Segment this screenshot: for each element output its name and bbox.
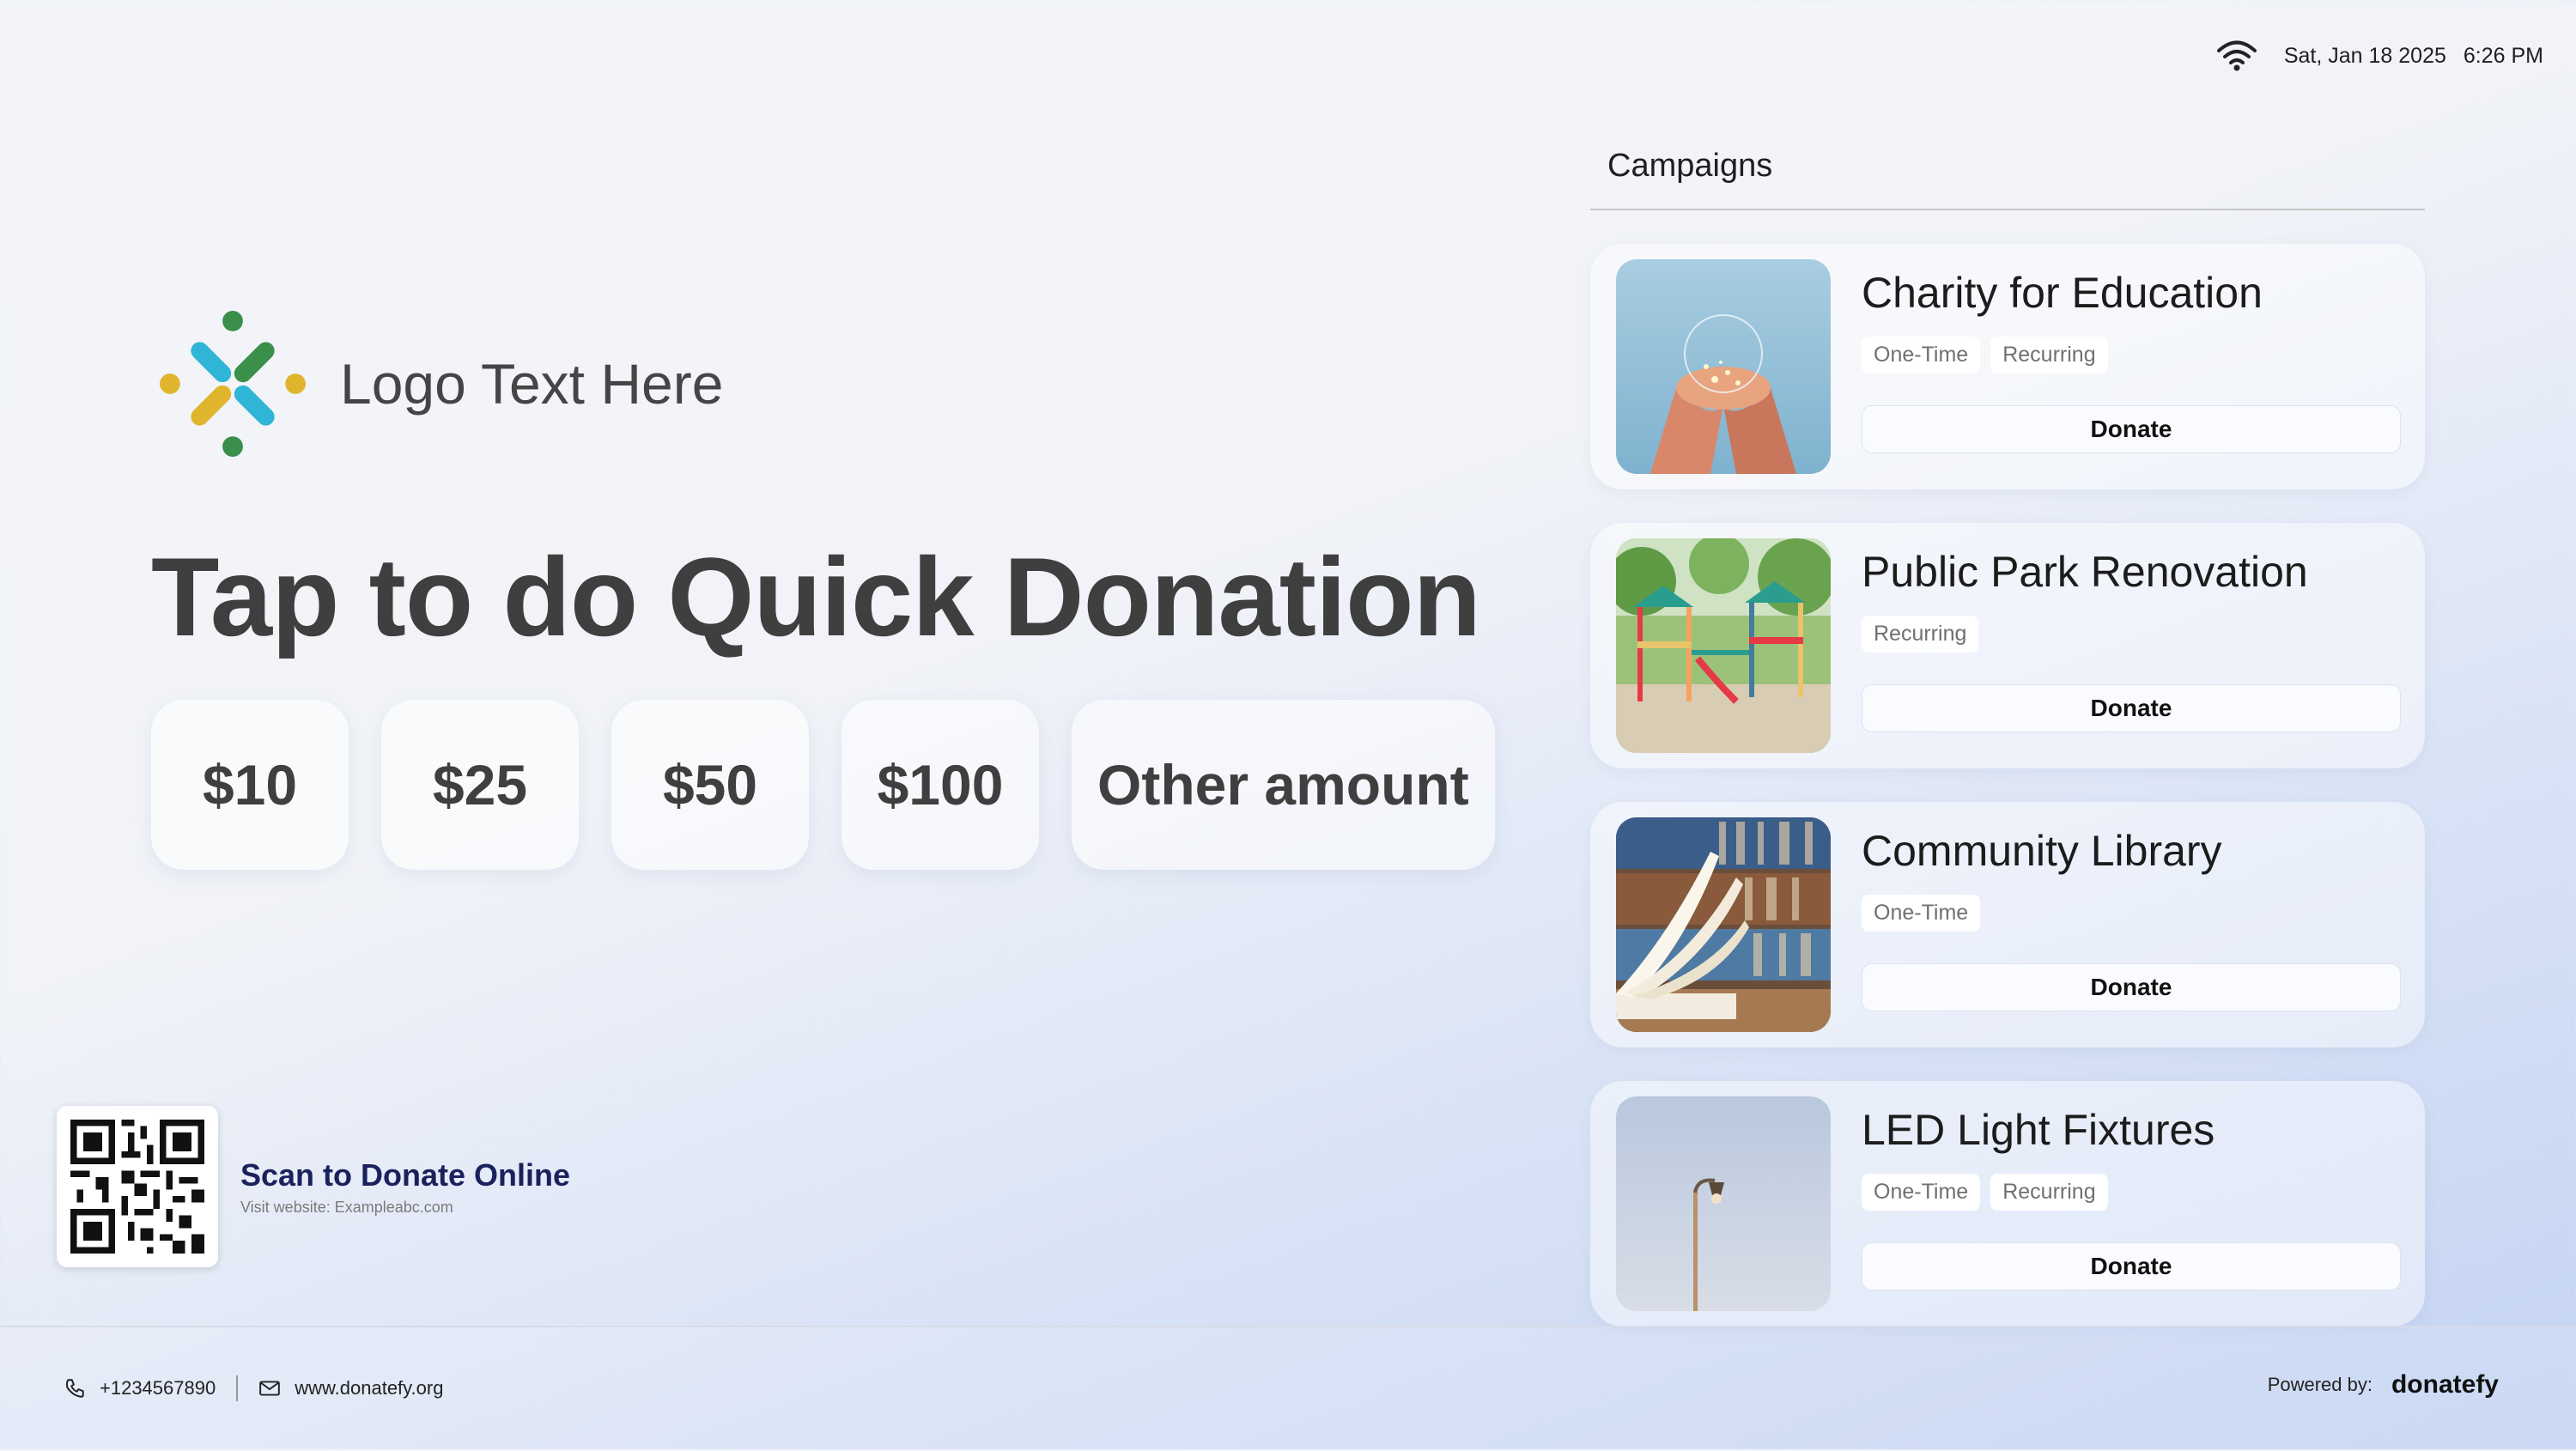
qr-section: Scan to Donate Online Visit website: Exa… [57,1106,570,1267]
donate-button[interactable]: Donate [1862,1242,2401,1290]
donate-button[interactable]: Donate [1862,405,2401,453]
qr-code[interactable] [57,1106,218,1267]
campaign-title: Community Library [1862,827,2222,875]
campaign-title: LED Light Fixtures [1862,1106,2215,1154]
footer-phone[interactable]: +1234567890 [100,1377,216,1399]
campaign-card[interactable]: Charity for Education One-Time Recurring… [1590,244,2425,489]
logo-text: Logo Text Here [340,352,724,416]
campaign-title: Charity for Education [1862,269,2263,317]
logo-icon [160,311,306,457]
campaign-card[interactable]: LED Light Fixtures One-Time Recurring Do… [1590,1081,2425,1327]
amount-25-button[interactable]: $25 [381,700,579,870]
amount-100-button[interactable]: $100 [841,700,1039,870]
other-amount-button[interactable]: Other amount [1072,700,1495,870]
brand-logo: donatefy [2391,1370,2499,1399]
street-lamp-photo [1616,1096,1831,1311]
donate-button[interactable]: Donate [1862,684,2401,732]
campaign-card[interactable]: Public Park Renovation Recurring Donate [1590,523,2425,768]
tag-badge: Recurring [1990,1174,2108,1211]
hands-light-photo [1616,259,1831,474]
amount-50-button[interactable]: $50 [611,700,809,870]
tag-badge: One-Time [1862,895,1981,932]
status-date: Sat, Jan 18 2025 [2283,43,2446,68]
qr-title: Scan to Donate Online [240,1157,571,1193]
tag-badge: One-Time [1862,337,1981,373]
amount-10-button[interactable]: $10 [151,700,349,870]
footer-website[interactable]: www.donatefy.org [295,1377,443,1399]
footer: +1234567890 www.donatefy.org Powered by:… [0,1326,2576,1451]
donate-button[interactable]: Donate [1862,963,2401,1011]
campaigns-heading: Campaigns [1607,148,1773,184]
qr-code-icon [70,1120,204,1254]
footer-divider [236,1375,239,1401]
open-book-photo [1616,817,1831,1032]
campaign-tags: One-Time Recurring [1862,1174,2108,1211]
wifi-icon [2216,40,2257,71]
powered-by-label: Powered by: [2267,1374,2372,1395]
campaigns-divider [1590,209,2425,210]
playground-photo [1616,538,1831,753]
campaign-title: Public Park Renovation [1862,548,2308,596]
campaign-tags: One-Time [1862,895,1981,932]
footer-contact: +1234567890 www.donatefy.org [64,1375,443,1401]
tag-badge: Recurring [1990,337,2108,373]
campaign-card[interactable]: Community Library One-Time Donate [1590,802,2425,1047]
page-title: Tap to do Quick Donation [151,534,1481,659]
campaign-tags: One-Time Recurring [1862,337,2108,373]
qr-subtitle: Visit website: Exampleabc.com [240,1198,453,1216]
status-time: 6:26 PM [2463,43,2543,68]
powered-by: Powered by: donatefy [2268,1370,2499,1399]
tag-badge: One-Time [1862,1174,1981,1211]
campaign-tags: Recurring [1862,616,1979,653]
quick-amounts: $10 $25 $50 $100 Other amount [151,700,1495,870]
mail-icon [259,1381,281,1396]
phone-icon [66,1379,84,1398]
status-bar: Sat, Jan 18 2025 6:26 PM [2215,39,2543,72]
tag-badge: Recurring [1862,616,1979,653]
logo: Logo Text Here [160,311,723,457]
